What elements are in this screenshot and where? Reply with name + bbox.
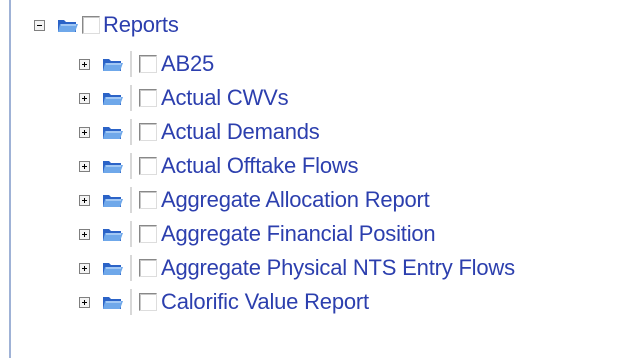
select-checkbox[interactable] bbox=[139, 89, 157, 107]
tree-node-aggregate-allocation-report[interactable]: Aggregate Allocation Report bbox=[79, 185, 430, 215]
expand-icon[interactable] bbox=[79, 296, 90, 308]
tree-node-aggregate-financial-position[interactable]: Aggregate Financial Position bbox=[79, 219, 436, 249]
folder-open-icon bbox=[58, 20, 78, 32]
checkbox-cell bbox=[126, 186, 164, 214]
tree-node-label[interactable]: Actual Offtake Flows bbox=[161, 151, 359, 181]
tree-node-reports[interactable]: Reports bbox=[34, 10, 179, 40]
select-checkbox[interactable] bbox=[139, 225, 157, 243]
tree-node-actual-cwvs[interactable]: Actual CWVs bbox=[79, 83, 289, 113]
tree-node-calorific-value-report[interactable]: Calorific Value Report bbox=[79, 287, 369, 317]
tree-node-aggregate-physical-nts-entry-flows[interactable]: Aggregate Physical NTS Entry Flows bbox=[79, 253, 515, 283]
tree-node-label[interactable]: Reports bbox=[103, 10, 179, 40]
select-checkbox[interactable] bbox=[139, 259, 157, 277]
select-checkbox[interactable] bbox=[139, 157, 157, 175]
expand-icon[interactable] bbox=[79, 160, 90, 172]
tree-node-label[interactable]: Actual Demands bbox=[161, 117, 320, 147]
checkbox-cell bbox=[126, 50, 164, 78]
expand-icon[interactable] bbox=[79, 92, 90, 104]
folder-icon bbox=[103, 229, 123, 241]
tree-node-label[interactable]: Calorific Value Report bbox=[161, 287, 369, 317]
checkbox-cell bbox=[126, 220, 164, 248]
checkbox-cell bbox=[126, 152, 164, 180]
folder-icon bbox=[103, 195, 123, 207]
tree-node-label[interactable]: Aggregate Financial Position bbox=[161, 219, 436, 249]
select-checkbox[interactable] bbox=[82, 16, 100, 34]
folder-icon bbox=[103, 161, 123, 173]
checkbox-cell bbox=[126, 288, 164, 316]
tree-node-label[interactable]: Aggregate Physical NTS Entry Flows bbox=[161, 253, 515, 283]
select-checkbox[interactable] bbox=[139, 123, 157, 141]
select-checkbox[interactable] bbox=[139, 55, 157, 73]
expand-icon[interactable] bbox=[79, 228, 90, 240]
checkbox-cell bbox=[126, 84, 164, 112]
collapse-icon[interactable] bbox=[34, 19, 45, 31]
expand-icon[interactable] bbox=[79, 126, 90, 138]
expand-icon[interactable] bbox=[79, 58, 90, 70]
tree-node-actual-offtake-flows[interactable]: Actual Offtake Flows bbox=[79, 151, 359, 181]
checkbox-cell bbox=[126, 254, 164, 282]
select-checkbox[interactable] bbox=[139, 191, 157, 209]
folder-icon bbox=[103, 59, 123, 71]
folder-icon bbox=[103, 263, 123, 275]
tree-node-label[interactable]: Aggregate Allocation Report bbox=[161, 185, 430, 215]
folder-icon bbox=[103, 127, 123, 139]
panel-left-border bbox=[9, 0, 11, 358]
tree-node-actual-demands[interactable]: Actual Demands bbox=[79, 117, 320, 147]
tree-node-ab25[interactable]: AB25 bbox=[79, 49, 214, 79]
tree-node-label[interactable]: AB25 bbox=[161, 49, 214, 79]
tree-node-label[interactable]: Actual CWVs bbox=[161, 83, 289, 113]
select-checkbox[interactable] bbox=[139, 293, 157, 311]
folder-icon bbox=[103, 297, 123, 309]
checkbox-cell bbox=[126, 118, 164, 146]
folder-icon bbox=[103, 93, 123, 105]
report-tree-panel: Reports AB25 Actual CWVs Actual Demands … bbox=[0, 0, 617, 358]
expand-icon[interactable] bbox=[79, 262, 90, 274]
expand-icon[interactable] bbox=[79, 194, 90, 206]
